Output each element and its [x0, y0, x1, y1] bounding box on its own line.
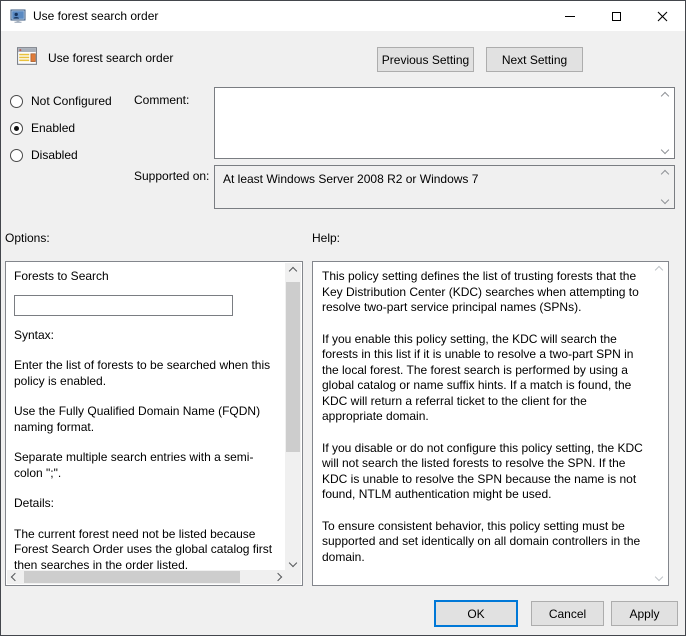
- radio-disabled[interactable]: Disabled: [10, 147, 78, 163]
- options-text: The current forest need not be listed be…: [14, 527, 281, 570]
- options-horizontal-scrollbar[interactable]: [7, 570, 286, 584]
- help-paragraph: This policy setting defines the list of …: [322, 269, 646, 316]
- options-text: Details:: [14, 496, 281, 512]
- chevron-down-icon[interactable]: [661, 146, 669, 154]
- policy-setting-icon: [17, 47, 37, 65]
- chevron-up-icon[interactable]: [661, 92, 669, 100]
- options-label: Options:: [5, 231, 50, 245]
- chevron-down-icon[interactable]: [655, 573, 663, 581]
- supported-on-scrollbar: [658, 168, 672, 206]
- radio-label: Enabled: [31, 121, 75, 135]
- chevron-up-icon: [661, 170, 669, 178]
- chevron-down-icon: [661, 196, 669, 204]
- window-controls: [547, 1, 685, 31]
- dialog-window: Use forest search order Use forest searc…: [0, 0, 686, 636]
- options-vertical-scrollbar[interactable]: [285, 263, 301, 571]
- supported-on-box: At least Windows Server 2008 R2 or Windo…: [214, 165, 675, 209]
- close-icon[interactable]: [639, 1, 685, 31]
- options-content: Forests to Search Syntax: Enter the list…: [7, 263, 285, 569]
- comment-textarea[interactable]: [214, 87, 675, 159]
- radio-circle-icon: [10, 149, 23, 162]
- scrollbar-thumb[interactable]: [286, 282, 300, 452]
- maximize-icon[interactable]: [593, 1, 639, 31]
- cancel-button[interactable]: Cancel: [531, 601, 604, 626]
- apply-button[interactable]: Apply: [611, 601, 678, 626]
- radio-enabled[interactable]: Enabled: [10, 120, 75, 136]
- options-text: Syntax:: [14, 328, 281, 344]
- forests-to-search-label: Forests to Search: [14, 269, 281, 285]
- comment-scrollbar[interactable]: [658, 90, 672, 156]
- options-text: Enter the list of forests to be searched…: [14, 358, 281, 389]
- app-window-icon: [10, 8, 26, 24]
- scrollbar-thumb[interactable]: [24, 571, 240, 583]
- chevron-up-icon[interactable]: [285, 263, 301, 279]
- chevron-left-icon[interactable]: [7, 570, 23, 584]
- options-text: Separate multiple search entries with a …: [14, 450, 281, 481]
- ok-button[interactable]: OK: [434, 600, 518, 627]
- next-setting-button[interactable]: Next Setting: [486, 47, 583, 72]
- comment-label: Comment:: [134, 93, 189, 107]
- setting-title: Use forest search order: [48, 51, 173, 65]
- scrollbar-corner: [285, 570, 301, 584]
- help-label: Help:: [312, 231, 340, 245]
- radio-not-configured[interactable]: Not Configured: [10, 93, 112, 109]
- help-paragraph: To ensure consistent behavior, this poli…: [322, 519, 646, 566]
- options-text: Use the Fully Qualified Domain Name (FQD…: [14, 404, 281, 435]
- radio-label: Disabled: [31, 148, 78, 162]
- chevron-up-icon[interactable]: [655, 266, 663, 274]
- help-paragraph: If you disable or do not configure this …: [322, 441, 646, 503]
- window-title: Use forest search order: [33, 9, 158, 23]
- radio-circle-icon: [10, 122, 23, 135]
- radio-circle-icon: [10, 95, 23, 108]
- supported-on-value: At least Windows Server 2008 R2 or Windo…: [223, 172, 652, 186]
- help-scrollbar[interactable]: [652, 264, 666, 583]
- chevron-down-icon[interactable]: [285, 555, 301, 571]
- previous-setting-button[interactable]: Previous Setting: [377, 47, 474, 72]
- title-bar[interactable]: Use forest search order: [1, 1, 685, 31]
- help-content: This policy setting defines the list of …: [314, 263, 652, 586]
- help-paragraph: If you enable this policy setting, the K…: [322, 332, 646, 425]
- chevron-right-icon[interactable]: [270, 570, 286, 584]
- minimize-icon[interactable]: [547, 1, 593, 31]
- radio-label: Not Configured: [31, 94, 112, 108]
- options-panel: Forests to Search Syntax: Enter the list…: [5, 261, 303, 586]
- supported-on-label: Supported on:: [134, 169, 209, 183]
- forests-to-search-input[interactable]: [14, 295, 233, 316]
- help-panel: This policy setting defines the list of …: [312, 261, 669, 586]
